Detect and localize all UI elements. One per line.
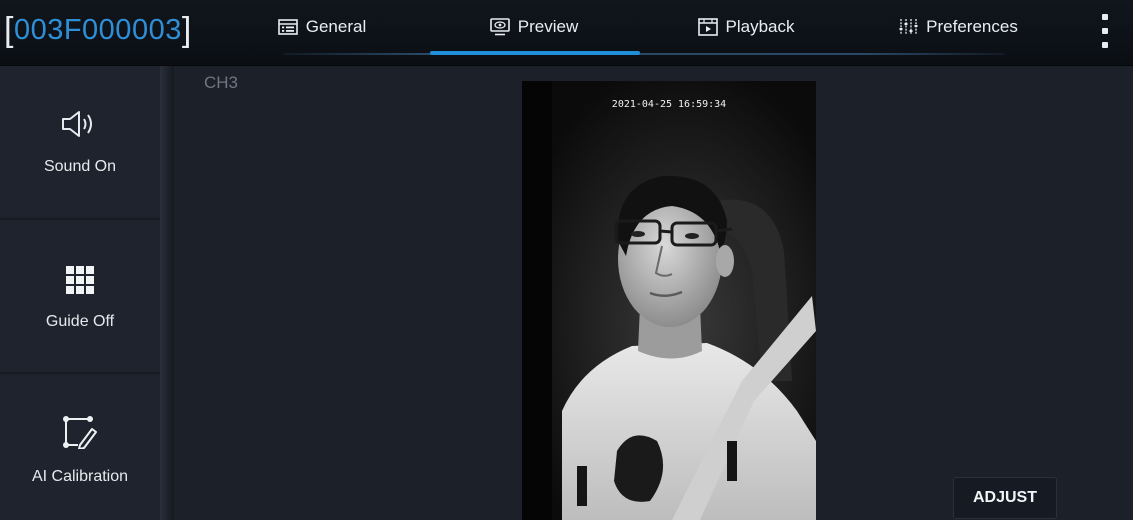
bracket-open: [	[4, 10, 14, 49]
bracket-close: ]	[181, 10, 192, 49]
tab-preferences-label: Preferences	[926, 17, 1018, 36]
more-menu-button[interactable]	[1096, 14, 1114, 48]
preview-icon	[489, 18, 510, 36]
ai-calibration-button[interactable]: AI Calibration	[0, 374, 160, 520]
playback-icon	[697, 18, 718, 36]
tab-playback[interactable]: Playback	[640, 0, 852, 54]
tab-preview-label: Preview	[517, 17, 579, 36]
tab-preferences[interactable]: Preferences	[852, 0, 1064, 54]
preferences-icon	[898, 18, 918, 36]
sidebar-divider	[0, 218, 160, 220]
speaker-icon	[60, 109, 100, 144]
tab-preview[interactable]: Preview	[428, 0, 640, 54]
grid-icon	[66, 265, 94, 299]
camera-video-feed[interactable]: 2021-04-25 16:59:34	[522, 81, 816, 520]
channel-label: CH3	[204, 73, 239, 92]
more-vertical-icon	[1102, 14, 1108, 20]
preview-area: CH3 2021-04-25 16:59:34 ADJUST	[174, 66, 1133, 520]
device-id: [ 003F000003 ]	[4, 10, 192, 50]
sound-toggle-label: Sound On	[43, 157, 117, 175]
sidebar: Sound On Guide Off AI Calibration	[0, 66, 160, 520]
guide-toggle-label: Guide Off	[45, 312, 115, 330]
calibration-icon	[62, 415, 98, 454]
tab-bar: General Preview Playback Preferences	[216, 0, 1018, 66]
guide-toggle-button[interactable]: Guide Off	[0, 222, 160, 374]
general-icon	[277, 19, 298, 35]
device-id-text: 003F000003	[13, 13, 182, 46]
video-frame-image	[522, 81, 816, 520]
sound-toggle-button[interactable]: Sound On	[0, 66, 160, 218]
top-bar: [ 003F000003 ] General Preview Playback …	[0, 0, 1133, 66]
ai-calibration-label: AI Calibration	[31, 467, 129, 485]
adjust-button[interactable]: ADJUST	[953, 477, 1057, 519]
tab-general[interactable]: General	[216, 0, 428, 54]
tab-general-label: General	[305, 17, 367, 36]
tab-playback-label: Playback	[725, 17, 795, 36]
video-timestamp: 2021-04-25 16:59:34	[611, 99, 727, 110]
sidebar-edge	[160, 66, 174, 520]
